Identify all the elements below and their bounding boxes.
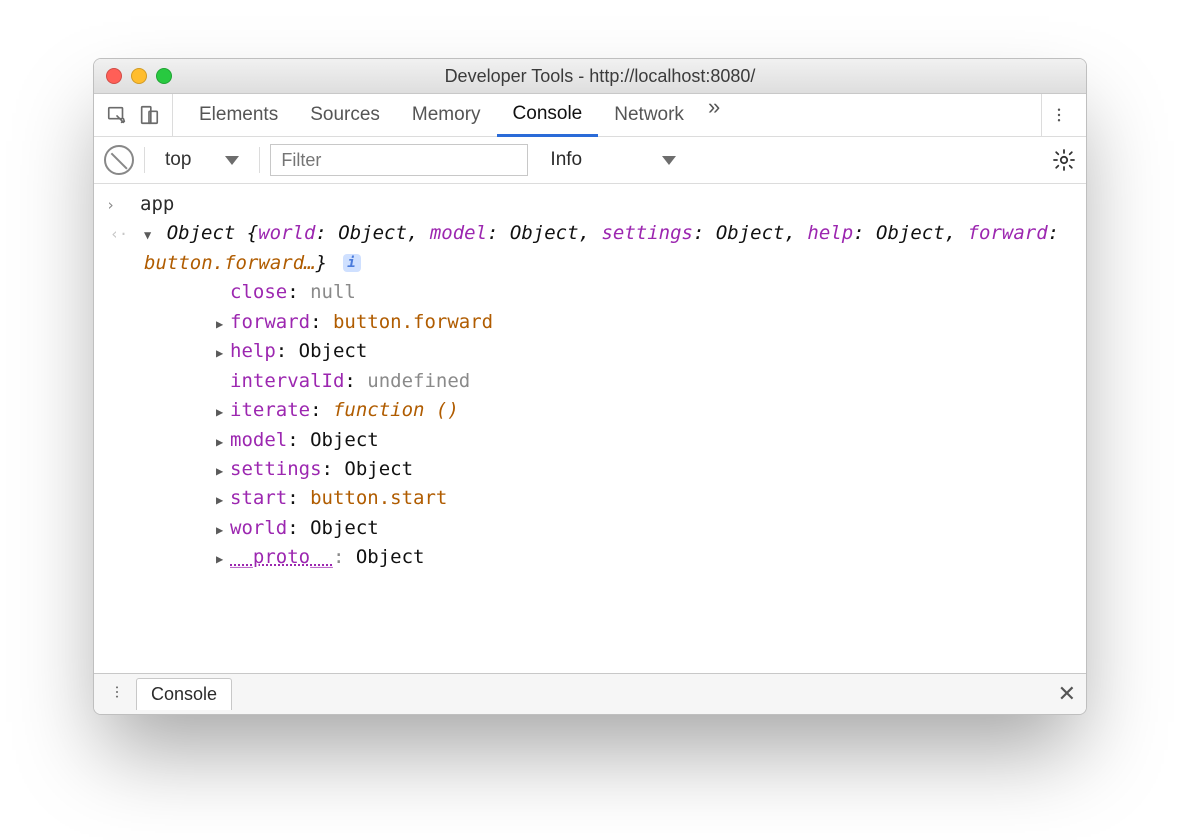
object-property[interactable]: ▶world: Object [216,514,1074,543]
expand-arrow-icon[interactable]: ▶ [216,344,230,363]
property-key: iterate [230,399,310,421]
window-minimize-button[interactable] [131,68,147,84]
window-zoom-button[interactable] [156,68,172,84]
property-value: null [310,281,356,303]
inspect-toggle-group [104,94,173,136]
context-selector-label: top [165,149,191,171]
tabs-overflow-button[interactable]: » [700,94,728,136]
property-value: Object [310,429,379,451]
expand-arrow-icon[interactable]: ▶ [216,433,230,452]
titlebar: Developer Tools - http://localhost:8080/ [94,59,1086,94]
clear-console-icon[interactable] [104,145,134,175]
info-badge-icon[interactable]: i [343,254,361,272]
expand-arrow-icon[interactable]: ▶ [216,315,230,334]
console-body[interactable]: › app ‹· Object {world: Object, model: O… [94,184,1086,673]
object-property[interactable]: ▶model: Object [216,426,1074,455]
chevron-down-icon [225,156,239,165]
console-input-row[interactable]: › app [94,190,1086,219]
console-settings-icon[interactable] [1052,148,1076,172]
object-property[interactable]: ▶forward: button.forward [216,308,1074,337]
filter-input-wrap[interactable] [270,144,528,176]
separator [144,147,145,173]
property-value: button.forward [333,311,493,333]
property-value: Object [344,458,413,480]
devtools-window: Developer Tools - http://localhost:8080/… [93,58,1087,715]
property-value: undefined [367,370,470,392]
object-property: close: null [216,278,1074,307]
drawer-menu-button[interactable] [104,684,130,705]
object-property[interactable]: ▶settings: Object [216,455,1074,484]
window-title: Developer Tools - http://localhost:8080/ [186,66,1014,87]
log-level-label: Info [550,149,582,171]
object-property[interactable]: ▶iterate: function () [216,396,1074,425]
traffic-lights [106,68,172,84]
property-key: help [230,340,276,362]
tab-network[interactable]: Network [598,94,700,136]
tabstrip: Elements Sources Memory Console Network … [94,94,1086,137]
object-proto[interactable]: ▶__proto__: Object [216,543,1074,572]
device-toolbar-icon[interactable] [136,102,162,128]
console-output-row[interactable]: ‹· Object {world: Object, model: Object,… [94,219,1086,572]
chevron-down-icon [662,156,676,165]
property-value: Object [310,517,379,539]
main-menu-button[interactable] [1041,94,1076,136]
tab-sources[interactable]: Sources [294,94,396,136]
console-input-text: app [140,190,174,219]
drawer-tab-console[interactable]: Console [136,678,232,710]
object-summary[interactable]: Object {world: Object, model: Object, se… [144,222,1059,273]
tab-console[interactable]: Console [497,94,599,137]
property-value: button.start [310,487,447,509]
output-chevron-icon: ‹· [110,223,128,246]
panel-tabs: Elements Sources Memory Console Network … [183,94,1037,136]
context-selector[interactable]: top [155,149,249,171]
drawer-close-button[interactable]: ✕ [1058,681,1076,707]
property-key: settings [230,458,322,480]
property-key: close [230,281,287,303]
property-key: forward [230,311,310,333]
object-property[interactable]: ▶start: button.start [216,484,1074,513]
object-properties: close: null▶forward: button.forward▶help… [144,278,1074,572]
object-property: intervalId: undefined [216,367,1074,396]
tab-elements[interactable]: Elements [183,94,294,136]
property-key: start [230,487,287,509]
expand-arrow-icon[interactable]: ▶ [216,491,230,510]
separator [259,147,260,173]
log-level-selector[interactable]: Info [538,149,688,171]
property-key: world [230,517,287,539]
property-key: model [230,429,287,451]
tab-memory[interactable]: Memory [396,94,497,136]
property-value: Object [356,546,425,568]
property-value: function () [333,399,459,421]
expand-arrow-icon[interactable]: ▶ [216,550,230,569]
property-key: __proto__ [230,546,333,568]
drawer: Console ✕ [94,673,1086,714]
expand-arrow-icon[interactable]: ▶ [216,521,230,540]
prompt-chevron-icon: › [106,194,115,217]
property-key: intervalId [230,370,344,392]
inspect-element-icon[interactable] [104,102,130,128]
window-close-button[interactable] [106,68,122,84]
object-property[interactable]: ▶help: Object [216,337,1074,366]
expand-arrow-icon[interactable]: ▶ [216,462,230,481]
property-value: Object [299,340,368,362]
expand-arrow-icon[interactable]: ▶ [216,403,230,422]
console-toolbar: top Info [94,137,1086,184]
filter-input[interactable] [279,149,519,172]
object-expander[interactable] [144,228,151,242]
